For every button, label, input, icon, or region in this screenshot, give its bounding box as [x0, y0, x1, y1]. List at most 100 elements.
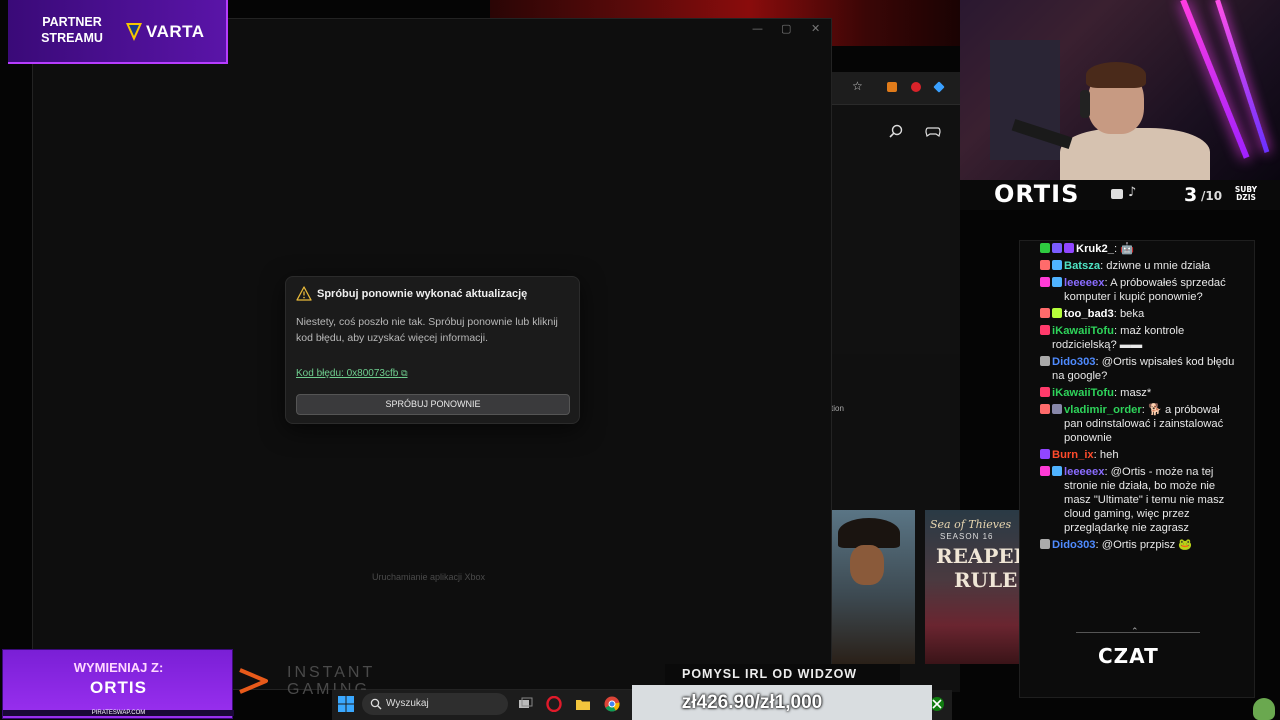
- donation-label: POMYSL IRL OD WIDZOW: [682, 667, 858, 681]
- chat-message: Burn_ix: heh: [1020, 448, 1238, 462]
- exchange-label: WYMIENIAJ Z:: [73, 660, 164, 675]
- subs-label: SUBY DZIS: [1233, 186, 1259, 202]
- chat-message: iKawaiiTofu: maż kontrole rodzicielską? …: [1020, 324, 1238, 352]
- gamepad-icon[interactable]: [925, 125, 941, 144]
- chat-badge-icon: [1040, 356, 1050, 366]
- brave-shield-icon[interactable]: [887, 82, 897, 92]
- partner-label: PARTNER STREAMU: [41, 15, 103, 45]
- varta-logo-icon: [126, 23, 142, 41]
- subs-label-text: SUBY DZIS: [1234, 185, 1258, 202]
- instant-gaming-logo-icon: [238, 666, 268, 696]
- chat-message: leeeeex: A próbowałeś sprzedać komputer …: [1020, 276, 1238, 304]
- search-icon: [370, 697, 382, 715]
- pirate-hat-image: [838, 518, 900, 548]
- chat-message-list: Kruk2_: 🤖 Batsza: dziwne u mnie działa lee…: [1020, 242, 1238, 555]
- external-link-icon: ⧉: [401, 369, 408, 379]
- file-explorer-icon[interactable]: [575, 696, 591, 712]
- extension-red-icon[interactable]: [911, 82, 921, 92]
- chat-username[interactable]: Burn_ix: [1052, 449, 1094, 461]
- chat-badge-icon: [1040, 308, 1050, 318]
- search-icon[interactable]: [889, 124, 903, 143]
- chat-badge-icon: [1052, 277, 1062, 287]
- chat-message: leeeeex: @Ortis - może na tej stronie ni…: [1020, 465, 1238, 535]
- subs-count: 3: [1184, 184, 1198, 206]
- instant-gaming-line1: INSTANT: [287, 664, 376, 681]
- error-code-link[interactable]: Kod błędu: 0x80073cfb ⧉: [296, 368, 408, 379]
- streamer-hair: [1086, 62, 1146, 88]
- chat-badge-icon: [1040, 277, 1050, 287]
- chat-badge-icon: [1040, 325, 1050, 335]
- chat-message: vladimir_order: 🐕 a próbował pan odinsta…: [1020, 403, 1238, 445]
- background-text-fragment: tion: [831, 404, 844, 413]
- retry-button[interactable]: SPRÓBUJ PONOWNIE: [296, 394, 570, 415]
- chat-badge-icon: [1040, 404, 1050, 414]
- dialog-message: Niestety, coś poszło nie tak. Spróbuj po…: [296, 316, 558, 344]
- chat-text: heh: [1099, 449, 1119, 461]
- minimize-button[interactable]: —: [752, 22, 763, 35]
- sot-season: SEASON 16: [940, 532, 994, 541]
- chat-message: Dido303: @Ortis przpisz 🐸: [1020, 538, 1238, 552]
- warning-icon: [296, 286, 312, 306]
- chat-badge-icon: [1064, 243, 1074, 253]
- chat-username[interactable]: vladimir_order: [1064, 404, 1142, 416]
- chat-username[interactable]: leeeeex: [1064, 466, 1104, 478]
- chat-text: 🤖: [1120, 243, 1135, 255]
- chat-username[interactable]: Batsza: [1064, 260, 1100, 272]
- subs-goal: /10: [1201, 189, 1223, 203]
- chat-badge-icon: [1052, 404, 1062, 414]
- dialog-title: Spróbuj ponownie wykonać aktualizację: [317, 288, 528, 300]
- chat-text: @Ortis przpisz 🐸: [1101, 539, 1193, 551]
- launching-status: Uruchamianie aplikacji Xbox: [372, 572, 486, 582]
- star-icon[interactable]: ☆: [852, 79, 863, 93]
- exchange-name: ORTIS: [90, 678, 147, 697]
- chat-message: Batsza: dziwne u mnie działa: [1020, 259, 1238, 273]
- chat-badge-icon: [1052, 260, 1062, 270]
- chat-text: beka: [1119, 308, 1145, 320]
- maximize-button[interactable]: ▢: [781, 22, 791, 35]
- chat-badge-icon: [1040, 387, 1050, 397]
- error-code-text[interactable]: Kod błędu: 0x80073cfb: [296, 368, 398, 379]
- chat-message: Kruk2_: 🤖: [1020, 242, 1238, 256]
- chat-message: iKawaiiTofu: masz*: [1020, 386, 1238, 400]
- chat-label: CZAT: [1098, 644, 1159, 668]
- chat-username[interactable]: Dido303: [1052, 539, 1096, 551]
- sot-headline-2: RULE: [954, 568, 1018, 592]
- chat-badge-icon: [1040, 260, 1050, 270]
- task-view-icon[interactable]: [517, 696, 533, 712]
- chat-username[interactable]: leeeeex: [1064, 277, 1104, 289]
- chat-badge-icon: [1040, 466, 1050, 476]
- taskbar-search-placeholder[interactable]: Wyszukaj: [386, 698, 429, 709]
- partner-banner: PARTNER STREAMU VARTA: [8, 0, 228, 64]
- chat-message: too_bad3: beka: [1020, 307, 1238, 321]
- chat-text: masz*: [1120, 387, 1152, 399]
- tiktok-icon: ♪: [1128, 185, 1137, 200]
- chevron-up-icon: ⌃: [1131, 627, 1139, 637]
- chat-badge-icon: [1040, 449, 1050, 459]
- taskbar-search-input[interactable]: [362, 693, 508, 715]
- streamer-body: [1060, 128, 1210, 188]
- chrome-icon[interactable]: [604, 696, 620, 712]
- error-dialog: Spróbuj ponownie wykonać aktualizację Ni…: [285, 276, 580, 424]
- close-button[interactable]: ✕: [811, 22, 820, 35]
- pepe-emote-icon: [1253, 698, 1275, 720]
- chat-message: Dido303: @Ortis wpisałeś kod błędu na go…: [1020, 355, 1238, 383]
- chat-username[interactable]: Dido303: [1052, 356, 1096, 368]
- headphones: [1080, 90, 1090, 118]
- chat-username[interactable]: too_bad3: [1064, 308, 1114, 320]
- chat-badge-icon: [1040, 539, 1050, 549]
- donation-progress-text: zł426.90/zł1,000: [681, 692, 823, 713]
- windows-start-icon[interactable]: [338, 696, 354, 712]
- chat-username[interactable]: iKawaiiTofu: [1052, 387, 1114, 399]
- chat-badge-icon: [1052, 243, 1062, 253]
- chat-badge-icon: [1052, 308, 1062, 318]
- chat-username[interactable]: Kruk2_: [1076, 243, 1114, 255]
- chat-username[interactable]: iKawaiiTofu: [1052, 325, 1114, 337]
- exchange-site: PIRATESWAP.COM: [3, 710, 234, 716]
- streamer-name: ORTIS: [994, 180, 1080, 208]
- chat-badge-icon: [1052, 466, 1062, 476]
- pirate-face-image: [850, 545, 884, 585]
- varta-logo-text: VARTA: [146, 22, 205, 41]
- youtube-icon: [1111, 189, 1123, 199]
- chat-text: dziwne u mnie działa: [1106, 260, 1211, 272]
- opera-icon[interactable]: [546, 695, 562, 713]
